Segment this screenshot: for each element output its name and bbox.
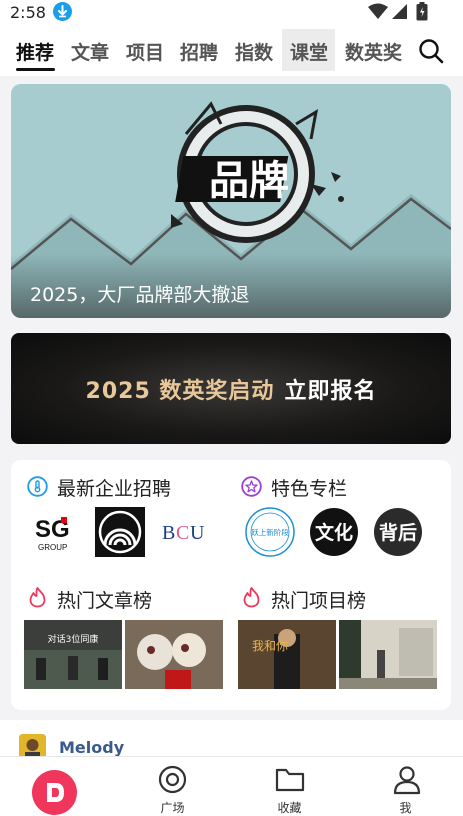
hero-card[interactable]: 品牌 2025，大厂品牌部大撤退 xyxy=(11,84,451,318)
article-thumb-1[interactable]: 对话3位同康 xyxy=(24,620,122,689)
banner-text-gold: 2025 数英奖启动 xyxy=(85,379,275,404)
tab-projects[interactable]: 项目 xyxy=(126,38,164,65)
job-logo-concentric[interactable] xyxy=(95,507,145,557)
person-icon xyxy=(392,765,422,799)
feed[interactable]: 品牌 2025，大厂品牌部大撤退 2025 数英奖启动立即报名 最新企业招聘 xyxy=(0,76,463,761)
bottom-nav: 广场 收藏 我 xyxy=(0,756,463,816)
behind-text: 背后 xyxy=(379,521,417,544)
star-badge-icon xyxy=(241,476,262,501)
app-screen: 2:58 推荐 文章 项目 招聘 指数 课堂 数英奖 品牌 2025，大厂品牌部… xyxy=(0,0,463,816)
nav-me[interactable]: 我 xyxy=(348,757,463,816)
nav-favorites[interactable]: 收藏 xyxy=(232,757,347,816)
top-tab-bar: 推荐 文章 项目 招聘 指数 课堂 数英奖 xyxy=(0,26,463,76)
battery-icon xyxy=(416,2,428,25)
banner-text-white: 立即报名 xyxy=(284,379,377,404)
section-title-jobs[interactable]: 最新企业招聘 xyxy=(57,474,171,501)
status-time: 2:58 xyxy=(10,3,46,22)
section-title-hot-articles[interactable]: 热门文章榜 xyxy=(57,586,152,613)
target-icon xyxy=(158,765,187,798)
folder-icon xyxy=(275,766,305,797)
column-logo-new-stage[interactable]: 跃上新阶段 xyxy=(245,507,295,557)
sg-logo-sub: GROUP xyxy=(38,543,67,552)
job-logo-bcu[interactable]: B C U xyxy=(159,507,209,557)
banner-headline: 2025 数英奖启动 立即报名 xyxy=(11,373,451,405)
nav-label-me: 我 xyxy=(399,801,412,815)
tab-awards[interactable]: 数英奖 xyxy=(345,38,402,65)
search-icon[interactable] xyxy=(418,38,444,68)
project-thumb-1-text: 我和你 xyxy=(252,639,288,653)
bcu-c: C xyxy=(176,522,189,544)
project-thumb-2[interactable] xyxy=(339,620,437,689)
flame-icon xyxy=(241,586,262,612)
tab-index[interactable]: 指数 xyxy=(235,38,273,65)
nav-square[interactable]: 广场 xyxy=(115,757,230,816)
new-stage-text: 跃上新阶段 xyxy=(251,527,289,537)
section-title-hot-projects[interactable]: 热门项目榜 xyxy=(271,586,366,613)
hero-logo-text: 品牌 xyxy=(209,158,289,204)
tab-jobs[interactable]: 招聘 xyxy=(180,38,218,65)
article-thumb-2[interactable] xyxy=(125,620,223,689)
section-title-columns[interactable]: 特色专栏 xyxy=(271,474,347,501)
nav-label-favorites: 收藏 xyxy=(277,801,302,815)
tab-recommend[interactable]: 推荐 xyxy=(16,38,54,65)
tab-classroom[interactable]: 课堂 xyxy=(290,38,328,65)
thermometer-icon xyxy=(27,476,48,501)
nav-label-square: 广场 xyxy=(160,801,185,815)
column-logo-culture[interactable]: 文化 xyxy=(309,507,359,557)
tab-articles[interactable]: 文章 xyxy=(71,38,109,65)
hero-caption: 2025，大厂品牌部大撤退 xyxy=(30,284,250,306)
status-bar: 2:58 xyxy=(0,0,463,26)
flame-icon xyxy=(27,586,48,612)
bcu-u: U xyxy=(190,522,205,544)
culture-text: 文化 xyxy=(315,521,353,544)
author-name[interactable]: Melody xyxy=(59,738,124,757)
home-d-icon[interactable] xyxy=(32,770,77,815)
project-thumb-1[interactable]: 我和你 xyxy=(238,620,336,689)
job-logo-sg-group[interactable]: SG GROUP xyxy=(31,507,81,557)
article-thumb-1-text: 对话3位同康 xyxy=(48,633,99,645)
nav-home[interactable] xyxy=(0,757,115,816)
signal-icon xyxy=(391,3,408,24)
active-tab-indicator xyxy=(16,68,55,71)
feed-item-peek[interactable]: Melody xyxy=(0,720,463,761)
bcu-b: B xyxy=(162,522,175,544)
shortcut-panel: 最新企业招聘 特色专栏 SG GROUP B C U 跃上新阶段 文化 背后 热… xyxy=(11,460,451,710)
column-logo-behind[interactable]: 背后 xyxy=(373,507,423,557)
download-icon xyxy=(53,2,72,21)
awards-banner[interactable]: 2025 数英奖启动 立即报名 xyxy=(11,333,451,444)
wifi-icon xyxy=(368,3,388,24)
